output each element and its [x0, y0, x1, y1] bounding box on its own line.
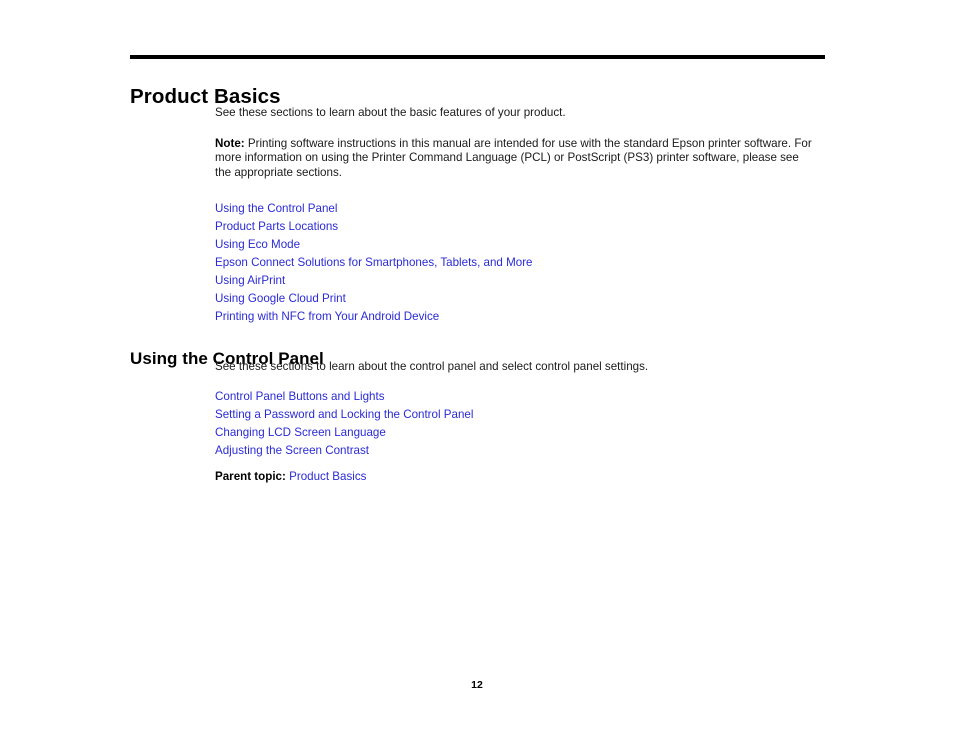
list-item: Printing with NFC from Your Android Devi…: [215, 307, 815, 325]
section-link-list: Control Panel Buttons and Lights Setting…: [215, 387, 815, 459]
list-item: Product Parts Locations: [215, 217, 815, 235]
parent-topic: Parent topic: Product Basics: [215, 469, 815, 484]
toc-link-using-the-control-panel[interactable]: Using the Control Panel: [215, 202, 337, 215]
list-item: Adjusting the Screen Contrast: [215, 441, 815, 459]
section-link-adjusting-the-screen-contrast[interactable]: Adjusting the Screen Contrast: [215, 444, 369, 457]
list-item: Control Panel Buttons and Lights: [215, 387, 815, 405]
page-number: 12: [471, 679, 483, 691]
note-text: Printing software instructions in this m…: [215, 136, 812, 179]
list-item: Epson Connect Solutions for Smartphones,…: [215, 253, 815, 271]
toc-link-printing-with-nfc[interactable]: Printing with NFC from Your Android Devi…: [215, 310, 439, 323]
toc-link-using-airprint[interactable]: Using AirPrint: [215, 274, 285, 287]
note-label: Note:: [215, 136, 245, 150]
document-page: Product Basics See these sections to lea…: [0, 0, 954, 738]
section-link-changing-lcd-screen-language[interactable]: Changing LCD Screen Language: [215, 426, 386, 439]
list-item: Using Google Cloud Print: [215, 289, 815, 307]
list-item: Using the Control Panel: [215, 199, 815, 217]
note-paragraph: Note: Printing software instructions in …: [215, 137, 813, 181]
list-item: Using Eco Mode: [215, 235, 815, 253]
chapter-toc-links: Using the Control Panel Product Parts Lo…: [215, 199, 815, 325]
section-intro-paragraph: See these sections to learn about the co…: [215, 360, 649, 373]
toc-link-epson-connect-solutions[interactable]: Epson Connect Solutions for Smartphones,…: [215, 256, 533, 269]
toc-link-using-google-cloud-print[interactable]: Using Google Cloud Print: [215, 292, 346, 305]
toc-link-using-eco-mode[interactable]: Using Eco Mode: [215, 238, 300, 251]
list-item: Changing LCD Screen Language: [215, 423, 815, 441]
parent-topic-label: Parent topic:: [215, 469, 286, 483]
chapter-intro-paragraph: See these sections to learn about the ba…: [215, 106, 566, 119]
chapter-intro-block: See these sections to learn about the ba…: [215, 106, 815, 180]
parent-topic-link-product-basics[interactable]: Product Basics: [289, 470, 366, 483]
section-link-setting-a-password[interactable]: Setting a Password and Locking the Contr…: [215, 408, 473, 421]
section-body-using-the-control-panel: See these sections to learn about the co…: [215, 360, 815, 495]
toc-link-product-parts-locations[interactable]: Product Parts Locations: [215, 220, 338, 233]
list-item: Setting a Password and Locking the Contr…: [215, 405, 815, 423]
list-item: Using AirPrint: [215, 271, 815, 289]
chapter-title-rule: [130, 55, 825, 59]
toc-link-list: Using the Control Panel Product Parts Lo…: [215, 199, 815, 325]
section-link-control-panel-buttons-and-lights[interactable]: Control Panel Buttons and Lights: [215, 390, 385, 403]
